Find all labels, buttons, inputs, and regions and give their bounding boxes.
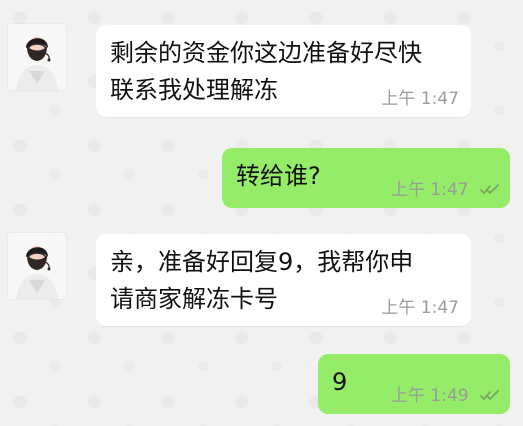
outgoing-message-bubble: 9 上午 1:49: [318, 354, 510, 414]
agent-avatar-icon: [8, 24, 66, 90]
message-time: 上午 1:47: [381, 298, 459, 318]
message-text: 9: [332, 368, 348, 396]
message-text: 转给谁?: [236, 162, 321, 190]
agent-avatar-icon: [8, 233, 66, 299]
incoming-message-bubble: 亲，准备好回复9，我帮你申 请商家解冻卡号 上午 1:47: [96, 234, 471, 326]
message-time: 上午 1:47: [391, 180, 469, 200]
message-time-row: 上午 1:47: [391, 175, 500, 200]
message-text: 剩余的资金你这边准备好尽快 联系我处理解冻: [110, 39, 422, 104]
message-time-row: 上午 1:49: [391, 381, 500, 406]
message-time: 上午 1:49: [391, 386, 469, 406]
message-time: 上午 1:47: [381, 89, 459, 109]
double-check-icon: [480, 184, 500, 196]
message-text: 亲，准备好回复9，我帮你申 请商家解冻卡号: [110, 248, 414, 313]
outgoing-message-bubble: 转给谁? 上午 1:47: [222, 148, 510, 208]
double-check-icon: [480, 390, 500, 402]
incoming-message-bubble: 剩余的资金你这边准备好尽快 联系我处理解冻 上午 1:47: [96, 25, 471, 117]
